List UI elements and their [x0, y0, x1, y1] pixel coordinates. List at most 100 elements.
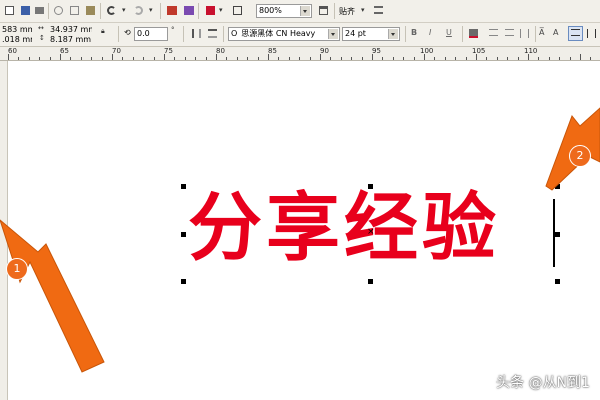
- font-type-icon: O: [231, 29, 238, 38]
- ruler-label: 90: [320, 47, 329, 55]
- vertical-ruler[interactable]: [0, 61, 8, 400]
- ruler-tick: [413, 57, 415, 60]
- x-position-field[interactable]: 583 mm: [0, 24, 32, 34]
- ruler-tick: [236, 57, 238, 60]
- ruler-tick: [122, 57, 124, 60]
- height-field[interactable]: 8.187 mm: [48, 34, 92, 44]
- ruler-tick: [465, 57, 467, 60]
- ruler-tick: [153, 57, 155, 60]
- application-launcher-icon[interactable]: [230, 3, 245, 18]
- ruler-tick: [278, 57, 280, 60]
- full-screen-icon[interactable]: [316, 3, 331, 18]
- y-position-field[interactable]: .018 mm: [0, 34, 32, 44]
- y-position-value: .018 mm: [2, 35, 32, 44]
- ruler-tick: [392, 57, 394, 60]
- ruler-tick: [257, 57, 259, 60]
- selection-handle[interactable]: [181, 184, 186, 189]
- ruler-label: 75: [164, 47, 173, 55]
- ruler-tick: [382, 57, 384, 60]
- edit-text-icon[interactable]: A̅: [539, 28, 544, 37]
- ruler-tick: [351, 57, 353, 60]
- copy-icon[interactable]: [67, 3, 82, 18]
- ruler-tick: [132, 57, 134, 60]
- italic-icon[interactable]: I: [429, 28, 431, 37]
- ruler-tick: [486, 57, 488, 60]
- ruler-tick: [268, 54, 269, 60]
- ruler-label: 110: [524, 47, 538, 55]
- ruler-tick: [517, 57, 519, 60]
- zoom-select[interactable]: 800%: [256, 4, 312, 18]
- text-direction-vertical-icon[interactable]: [584, 26, 599, 41]
- cut-icon[interactable]: [51, 3, 66, 18]
- save-icon[interactable]: [18, 3, 33, 18]
- ruler-tick: [195, 57, 197, 60]
- new-document-icon[interactable]: [2, 3, 17, 18]
- chevron-down-icon: [300, 6, 310, 16]
- ruler-tick: [91, 57, 93, 60]
- import-icon[interactable]: [164, 3, 179, 18]
- mirror-horizontal-icon[interactable]: [189, 26, 204, 41]
- underline-icon[interactable]: U: [446, 28, 452, 37]
- ruler-tick: [372, 54, 373, 60]
- ruler-tick: [361, 57, 363, 60]
- font-size-select[interactable]: 24 pt: [342, 27, 400, 41]
- watermark: 头条 @从N到1: [496, 375, 590, 391]
- ruler-tick: [330, 57, 332, 60]
- publish-pdf-icon[interactable]: [203, 3, 218, 18]
- redo-icon[interactable]: [131, 3, 146, 18]
- ruler-label: 65: [60, 47, 69, 55]
- horizontal-text-icon[interactable]: A: [553, 28, 558, 37]
- selection-handle[interactable]: [555, 184, 560, 189]
- ruler-tick: [205, 57, 207, 60]
- paste-icon[interactable]: [83, 3, 98, 18]
- ruler-tick: [216, 54, 217, 60]
- ruler-tick: [8, 54, 9, 60]
- font-select[interactable]: O 思源黑体 CN Heavy: [228, 27, 340, 41]
- selection-handle[interactable]: [181, 279, 186, 284]
- ruler-tick: [444, 57, 446, 60]
- export-icon[interactable]: [181, 3, 196, 18]
- rotation-unit: °: [171, 26, 175, 34]
- width-field[interactable]: 34.937 mm: [48, 24, 92, 34]
- lock-ratio-icon[interactable]: 🔒︎: [101, 27, 105, 36]
- undo-icon[interactable]: [104, 3, 119, 18]
- annotation-badge-2: 2: [569, 145, 591, 167]
- ruler-tick: [70, 57, 72, 60]
- print-icon[interactable]: [32, 3, 47, 18]
- ruler-tick: [112, 54, 113, 60]
- annotation-badge-1: 1: [6, 258, 28, 280]
- selection-handle[interactable]: [555, 232, 560, 237]
- ruler-tick: [528, 54, 529, 60]
- text-direction-horizontal-icon[interactable]: [568, 26, 583, 41]
- ruler-tick: [580, 54, 581, 60]
- bullet-list-icon[interactable]: [486, 26, 501, 41]
- ruler-tick: [507, 57, 509, 60]
- rotation-field[interactable]: 0.0: [134, 27, 168, 41]
- ruler-label: 100: [420, 47, 434, 55]
- options-icon[interactable]: [371, 3, 386, 18]
- ruler-label: 80: [216, 47, 225, 55]
- bold-icon[interactable]: B: [411, 28, 417, 37]
- selection-handle[interactable]: [555, 279, 560, 284]
- ruler-tick: [143, 57, 145, 60]
- horizontal-ruler[interactable]: 60 65 70 75 80 85 90 95 100 105 110: [0, 47, 600, 61]
- ruler-tick: [60, 54, 61, 60]
- height-value: 8.187 mm: [50, 35, 92, 44]
- ruler-label: 105: [472, 47, 486, 55]
- text-align-icon[interactable]: [466, 26, 481, 41]
- ruler-tick: [538, 57, 540, 60]
- rotation-value: 0.0: [137, 29, 150, 38]
- mirror-vertical-icon[interactable]: [205, 26, 220, 41]
- ruler-tick: [49, 57, 51, 60]
- selection-handle[interactable]: [181, 232, 186, 237]
- font-size-value: 24 pt: [345, 29, 366, 38]
- selected-text-object[interactable]: 分享经验: [188, 183, 500, 273]
- snap-to-menu[interactable]: 贴齐: [339, 6, 355, 17]
- drop-cap-icon[interactable]: [502, 26, 517, 41]
- ruler-tick: [80, 57, 82, 60]
- height-icon: ↕: [39, 34, 45, 42]
- columns-icon[interactable]: [517, 26, 532, 41]
- font-name-value: 思源黑体 CN Heavy: [241, 29, 316, 38]
- selection-handle[interactable]: [368, 279, 373, 284]
- selection-handle[interactable]: [368, 184, 373, 189]
